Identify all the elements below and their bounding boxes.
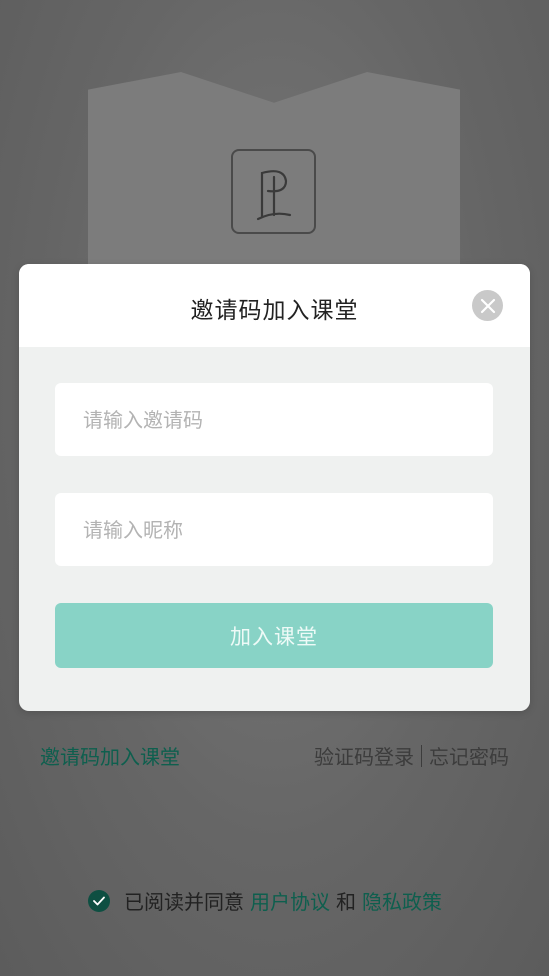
forgot-password-link[interactable]: 忘记密码: [429, 741, 509, 770]
close-button[interactable]: [472, 290, 503, 321]
nickname-input[interactable]: [81, 516, 493, 543]
close-icon: [480, 298, 495, 313]
invite-code-field[interactable]: [55, 383, 493, 456]
privacy-policy-link[interactable]: 隐私政策: [362, 886, 442, 915]
login-links: 验证码登录 忘记密码: [314, 741, 509, 770]
agreement-row: 已阅读并同意 用户协议 和 隐私政策: [88, 886, 442, 915]
modal-header: 邀请码加入课堂: [19, 264, 530, 347]
nickname-field[interactable]: [55, 493, 493, 566]
join-class-button[interactable]: 加入课堂: [55, 603, 493, 668]
agree-checkbox[interactable]: [88, 889, 110, 912]
invite-code-input[interactable]: [81, 406, 493, 433]
agreement-prefix: 已阅读并同意: [124, 890, 244, 914]
app-logo-icon: [231, 149, 316, 234]
invite-modal: 邀请码加入课堂 加入课堂: [19, 264, 530, 711]
agreement-and: 和: [336, 890, 356, 914]
check-circle-icon: [93, 896, 105, 905]
invite-join-link[interactable]: 邀请码加入课堂: [40, 741, 180, 770]
divider: [421, 744, 422, 767]
user-agreement-link[interactable]: 用户协议: [250, 886, 330, 915]
modal-title: 邀请码加入课堂: [190, 298, 359, 324]
sms-login-link[interactable]: 验证码登录: [314, 741, 414, 770]
